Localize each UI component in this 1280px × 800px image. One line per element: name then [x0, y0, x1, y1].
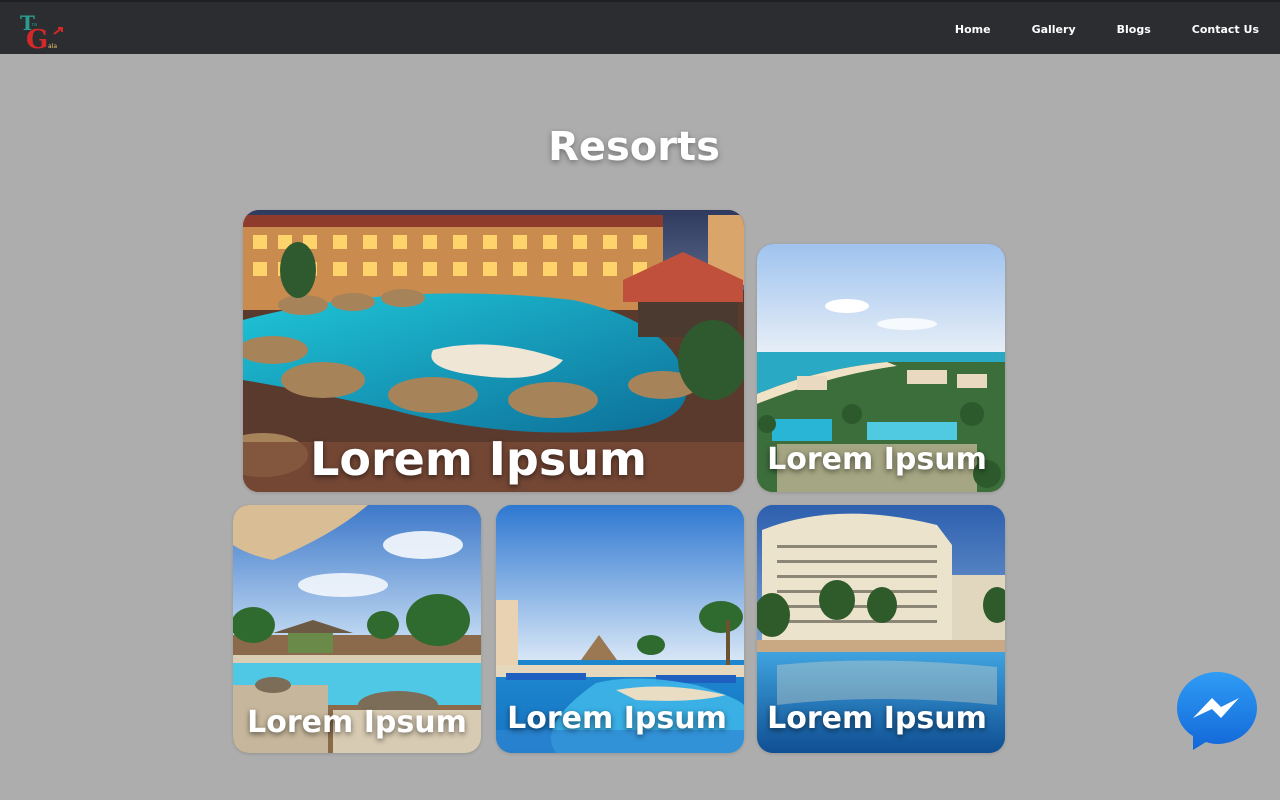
svg-text:ala: ala	[48, 43, 57, 50]
card-caption: Lorem Ipsum	[310, 432, 647, 486]
resort-card-1[interactable]: Lorem Ipsum	[243, 210, 744, 492]
resort-card-5[interactable]: Lorem Ipsum	[757, 505, 1005, 753]
nav-blogs[interactable]: Blogs	[1117, 23, 1151, 36]
navbar: T G ala ra Home Gallery Blogs Contact Us	[0, 0, 1280, 56]
card-caption: Lorem Ipsum	[767, 442, 987, 477]
resort-card-4[interactable]: Lorem Ipsum	[496, 505, 744, 753]
site-logo[interactable]: T G ala ra	[18, 10, 68, 55]
card-caption: Lorem Ipsum	[247, 705, 467, 740]
card-caption: Lorem Ipsum	[767, 701, 987, 736]
card-caption: Lorem Ipsum	[507, 701, 727, 736]
resort-card-2[interactable]: Lorem Ipsum	[757, 244, 1005, 492]
messenger-icon[interactable]	[1176, 670, 1258, 752]
svg-text:G: G	[26, 25, 48, 54]
resort-card-3[interactable]: Lorem Ipsum	[233, 505, 481, 753]
svg-text:ra: ra	[32, 22, 37, 28]
page-title: Resorts	[548, 124, 720, 170]
nav-contact-us[interactable]: Contact Us	[1192, 23, 1259, 36]
nav-gallery[interactable]: Gallery	[1032, 23, 1076, 36]
nav-home[interactable]: Home	[955, 23, 991, 36]
nav-links: Home Gallery Blogs Contact Us	[935, 2, 1280, 56]
